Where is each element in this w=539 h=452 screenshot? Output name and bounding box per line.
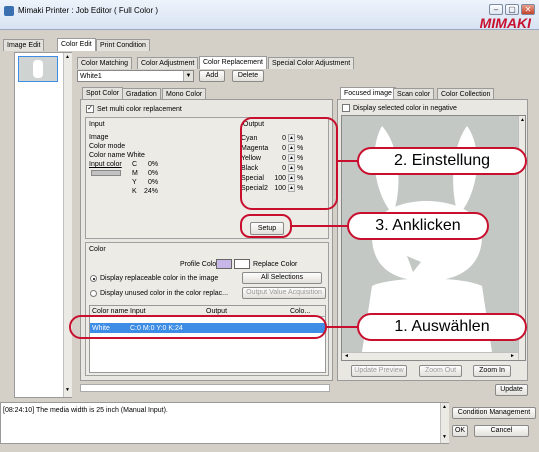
scroll-down-icon[interactable]: ▼ [65, 387, 70, 393]
delete-button[interactable]: Delete [232, 70, 264, 82]
input-color-name-value: White [127, 152, 145, 159]
title-bar: Mimaki Printer : Job Editor ( Full Color… [0, 0, 539, 31]
negative-checkbox[interactable] [342, 104, 350, 112]
tab-color-matching[interactable]: Color Matching [77, 57, 133, 69]
channel-y: Y [132, 179, 137, 186]
input-heading: Input [89, 121, 105, 128]
unused-color-label: Display unused color in the color replac… [100, 290, 229, 297]
input-color-mode-label: Color mode [89, 143, 126, 150]
input-color-swatch [91, 170, 121, 176]
tab-image-edit[interactable]: Image Edit [3, 39, 45, 51]
replace-color-label: Replace Color [253, 261, 298, 268]
preview-scroll-up-icon[interactable]: ▲ [520, 117, 525, 123]
ok-button[interactable]: OK [452, 425, 468, 437]
log-scroll-up-icon[interactable]: ▲ [442, 404, 447, 410]
mimaki-logo: MIMAKI [479, 15, 531, 31]
all-selections-button[interactable]: All Selections [242, 272, 322, 284]
color-group: Color Profile Color Replace Color Displa… [85, 242, 329, 376]
log-area: [08:24:10] The media width is 25 inch (M… [0, 402, 449, 444]
app-icon [4, 6, 14, 16]
multi-replace-label: Set multi color replacement [97, 106, 182, 113]
thumbnail-figure [33, 60, 43, 78]
maximize-button[interactable]: ▢ [505, 4, 519, 15]
tab-spot-color[interactable]: Spot Color [82, 87, 124, 99]
tab-special-color-adjustment[interactable]: Special Color Adjustment [268, 57, 355, 69]
negative-label: Display selected color in negative [353, 105, 457, 112]
setup-connector [291, 225, 349, 227]
channel-k-value: 24% [144, 188, 159, 195]
color-heading: Color [89, 246, 106, 253]
zoom-in-button[interactable]: Zoom In [473, 365, 511, 377]
tab-color-edit[interactable]: Color Edit [57, 38, 96, 51]
callout-select: 1. Auswählen [357, 313, 527, 341]
replaceable-color-label: Display replaceable color in the image [100, 275, 219, 282]
channel-c: C [132, 161, 138, 168]
preview-hscroll[interactable]: ◄ ► [342, 352, 518, 360]
thumbnail-scrollbar[interactable]: ▲ ▼ [63, 53, 72, 397]
unused-color-radio[interactable] [90, 290, 97, 297]
row-connector [326, 326, 360, 328]
minimize-button[interactable]: – [489, 4, 503, 15]
add-button[interactable]: Add [199, 70, 225, 82]
close-button[interactable]: ✕ [521, 4, 535, 15]
condition-management-button[interactable]: Condition Management [452, 407, 536, 419]
channel-y-value: 0% [148, 179, 159, 186]
tab-print-condition[interactable]: Print Condition [96, 39, 150, 51]
output-value-acquisition-button[interactable]: Output Value Acquisition [242, 287, 326, 299]
channel-c-value: 0% [148, 161, 159, 168]
preset-value: White1 [80, 73, 102, 80]
preview-scroll-right-icon[interactable]: ► [510, 353, 515, 359]
input-color-label: Input color [89, 161, 122, 168]
thumbnail-strip: ▲ ▼ [14, 52, 72, 398]
profile-color-swatch [216, 259, 232, 269]
cancel-button[interactable]: Cancel [474, 425, 529, 437]
log-scrollbar[interactable]: ▲ ▼ [440, 403, 449, 443]
preview-scroll-left-icon[interactable]: ◄ [344, 353, 349, 359]
tab-color-adjustment[interactable]: Color Adjustment [137, 57, 199, 69]
row-highlight [69, 315, 327, 339]
callout-settings: 2. Einstellung [357, 147, 527, 175]
callout-click: 3. Anklicken [347, 212, 489, 240]
channel-m: M [132, 170, 138, 177]
log-scroll-down-icon[interactable]: ▼ [442, 434, 447, 440]
update-button[interactable]: Update [495, 384, 528, 396]
job-thumbnail[interactable] [18, 56, 58, 82]
settings-connector [336, 160, 358, 162]
scroll-up-icon[interactable]: ▲ [65, 54, 70, 60]
multi-replace-checkbox[interactable]: ✓ [86, 105, 94, 113]
left-hscroll[interactable] [80, 384, 330, 392]
zoom-out-button[interactable]: Zoom Out [419, 365, 462, 377]
channel-m-value: 0% [148, 170, 159, 177]
channel-k: K [132, 188, 137, 195]
window-title: Mimaki Printer : Job Editor ( Full Color… [18, 6, 159, 15]
replace-color-swatch [234, 259, 250, 269]
input-image-label: Image [89, 134, 109, 141]
tab-color-replacement[interactable]: Color Replacement [199, 56, 267, 69]
replaceable-color-radio[interactable] [90, 275, 97, 282]
setup-highlight [240, 214, 292, 238]
log-message: [08:24:10] The media width is 25 inch (M… [3, 407, 168, 414]
chevron-down-icon[interactable]: ▼ [183, 71, 193, 81]
profile-color-label: Profile Color [180, 261, 219, 268]
input-color-name-label: Color name [89, 152, 126, 159]
preset-dropdown[interactable]: White1 ▼ [77, 70, 194, 82]
settings-highlight [240, 117, 338, 210]
update-preview-button[interactable]: Update Preview [351, 365, 407, 377]
